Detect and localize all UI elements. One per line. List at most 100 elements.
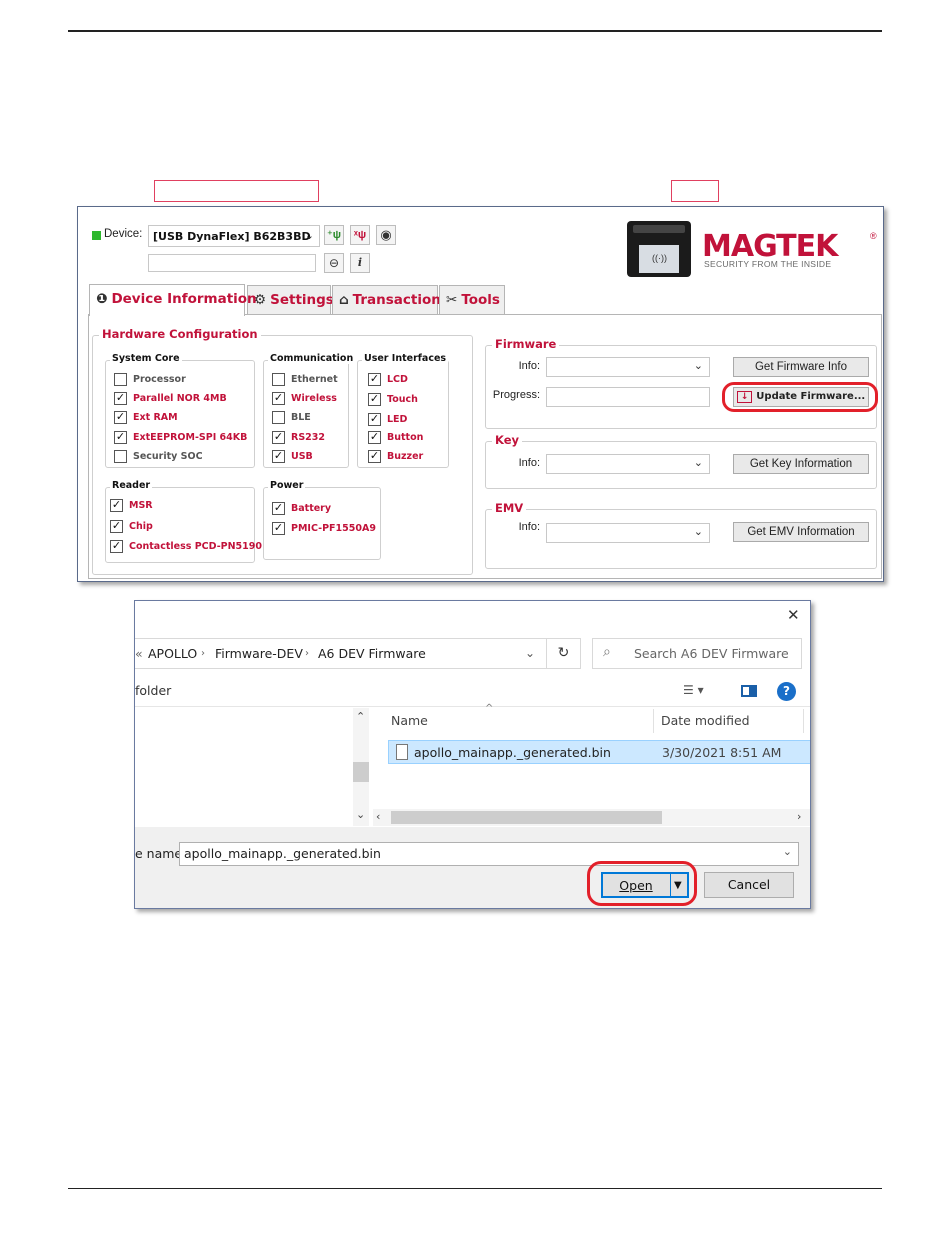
highlight-box-left [154,180,319,202]
cancel-button[interactable]: Cancel [704,872,794,898]
key-group: Key Info: ⌄ Get Key Information [485,433,877,489]
emv-info-select[interactable]: ⌄ [546,523,710,543]
filename-input[interactable]: apollo_mainapp._generated.bin ⌄ [179,842,799,866]
device-select[interactable]: [USB DynaFlex] B62B3BD ⌄ [148,225,320,247]
checkbox-chip[interactable]: ✓ Chip [110,519,153,534]
tab-device-information[interactable]: ❶ Device Information [89,284,257,316]
checkbox-processor[interactable]: Processor [114,372,186,387]
progress-label: Progress: [492,389,540,401]
footer-rule [68,1188,882,1189]
key-info-select[interactable]: ⌄ [546,454,710,474]
device-image: ((·)) [627,221,691,277]
power-group: Power ✓ Battery ✓ PMIC-PF1550A9 [263,480,381,560]
tools-icon: ✂ [446,292,458,308]
hardware-configuration-title: Hardware Configuration [99,327,261,341]
search-input[interactable]: ⌕ Search A6 DEV Firmware [592,638,802,669]
checkbox-led[interactable]: ✓ LED [368,412,407,427]
info-icon: ❶ [96,291,108,307]
checkbox-ethernet[interactable]: Ethernet [272,372,338,387]
breadcrumb-overflow[interactable]: « [135,646,143,661]
file-name: apollo_mainapp._generated.bin [414,745,611,760]
brand-tagline: SECURITY FROM THE INSIDE [704,259,832,269]
firmware-progress-bar [546,387,710,407]
close-icon[interactable]: ✕ [787,606,800,624]
get-firmware-info-button[interactable]: Get Firmware Info [733,357,869,377]
breadcrumb-apollo[interactable]: APOLLO [148,646,197,661]
tab-tools[interactable]: ✂ Tools [439,285,505,315]
tab-transaction[interactable]: ⌂ Transaction [332,285,441,315]
communication-title: Communication [268,353,356,364]
device-path-input[interactable] [148,254,316,272]
file-row[interactable]: apollo_mainapp._generated.bin 3/30/2021 … [388,740,810,764]
checkbox-exteeprom[interactable]: ✓ ExtEEPROM-SPI 64KB [114,430,247,445]
key-title: Key [492,433,523,447]
chevron-left-icon: ‹ [376,810,381,823]
checkbox-wireless[interactable]: ✓ Wireless [272,391,337,406]
get-key-information-button[interactable]: Get Key Information [733,454,869,474]
chevron-right-icon: › [797,810,802,823]
checkbox-battery[interactable]: ✓ Battery [272,501,331,516]
checkbox-lcd[interactable]: ✓ LCD [368,372,408,387]
checkbox-button[interactable]: ✓ Button [368,430,423,445]
breadcrumb-firmware-dev[interactable]: Firmware-DEV [215,646,303,661]
checkbox-touch[interactable]: ✓ Touch [368,392,418,407]
column-header-date-modified[interactable]: Date modified [661,713,750,728]
info-icon[interactable]: i [350,253,370,273]
breadcrumb[interactable]: « APOLLO › Firmware-DEV › A6 DEV Firmwar… [135,638,547,669]
view-options-icon[interactable]: ☰ ▾ [683,683,704,697]
chevron-down-icon: ⌄ [304,230,314,242]
checkbox-ble[interactable]: BLE [272,410,311,425]
checkbox-security-soc[interactable]: Security SOC [114,449,203,464]
plug-add-icon[interactable]: ⁺ψ [324,225,344,245]
nav-pane-scrollbar[interactable]: ⌃ ⌄ [353,708,369,826]
tab-settings[interactable]: ⚙ Settings [247,285,334,315]
highlight-box-right [671,180,719,202]
chevron-up-icon: ⌃ [356,710,366,723]
chevron-down-icon[interactable]: ⌄ [783,845,792,858]
column-header-name[interactable]: Name [391,713,428,728]
user-interfaces-group: User Interfaces ✓ LCD ✓ Touch ✓ LED ✓ Button… [357,353,449,468]
file-date: 3/30/2021 8:51 AM [662,745,782,760]
device-select-value: [USB DynaFlex] B62B3BD [153,230,311,243]
zoom-icon[interactable]: ⊖ [324,253,344,273]
user-interfaces-title: User Interfaces [362,353,449,364]
device-status-indicator [92,231,101,240]
plug-remove-icon[interactable]: ˣψ [350,225,370,245]
help-icon[interactable]: ? [777,682,796,701]
chevron-down-icon: ⌄ [693,360,703,372]
reader-title: Reader [110,480,153,491]
registered-mark: ® [870,231,877,241]
filename-value: apollo_mainapp._generated.bin [184,846,381,861]
emv-group: EMV Info: ⌄ Get EMV Information [485,501,877,569]
device-information-pane: Hardware Configuration System Core Proce… [88,314,882,579]
file-open-dialog: ✕ « APOLLO › Firmware-DEV › A6 DEV Firmw… [134,600,811,909]
chevron-down-icon[interactable]: ⌄ [525,646,535,660]
file-list-hscrollbar[interactable]: ‹ › [373,809,810,826]
reader-group: Reader ✓ MSR ✓ Chip ✓ Contactless PCD-PN519… [105,480,262,563]
checkbox-msr[interactable]: ✓ MSR [110,498,153,513]
checkbox-buzzer[interactable]: ✓ Buzzer [368,449,423,464]
chevron-down-icon: ⌄ [693,457,703,469]
firmware-info-select[interactable]: ⌄ [546,357,710,377]
checkbox-parallel-nor[interactable]: ✓ Parallel NOR 4MB [114,391,227,406]
preview-pane-icon[interactable] [741,685,757,697]
annotation-update-firmware [722,382,878,412]
system-core-group: System Core Processor ✓ Parallel NOR 4MB … [105,353,255,468]
checkbox-ext-ram[interactable]: ✓ Ext RAM [114,410,178,425]
file-icon [396,744,408,760]
transaction-icon: ⌂ [339,292,349,308]
checkbox-pmic[interactable]: ✓ PMIC-PF1550A9 [272,521,376,536]
device-label: Device: [104,228,143,240]
checkbox-contactless[interactable]: ✓ Contactless PCD-PN5190 [110,539,262,554]
new-folder-button[interactable]: folder [135,683,171,698]
checkbox-rs232[interactable]: ✓ RS232 [272,430,325,445]
refresh-icon[interactable]: ↻ [547,638,581,669]
checkbox-usb[interactable]: ✓ USB [272,449,313,464]
communication-group: Communication Ethernet ✓ Wireless BLE ✓ RS… [263,353,356,468]
chevron-right-icon: › [305,648,309,659]
breadcrumb-a6-dev-firmware[interactable]: A6 DEV Firmware [318,646,426,661]
refresh-device-icon[interactable]: ◉ [376,225,396,245]
search-placeholder: Search A6 DEV Firmware [634,646,789,661]
chevron-down-icon: ⌄ [693,526,703,538]
get-emv-information-button[interactable]: Get EMV Information [733,522,869,542]
